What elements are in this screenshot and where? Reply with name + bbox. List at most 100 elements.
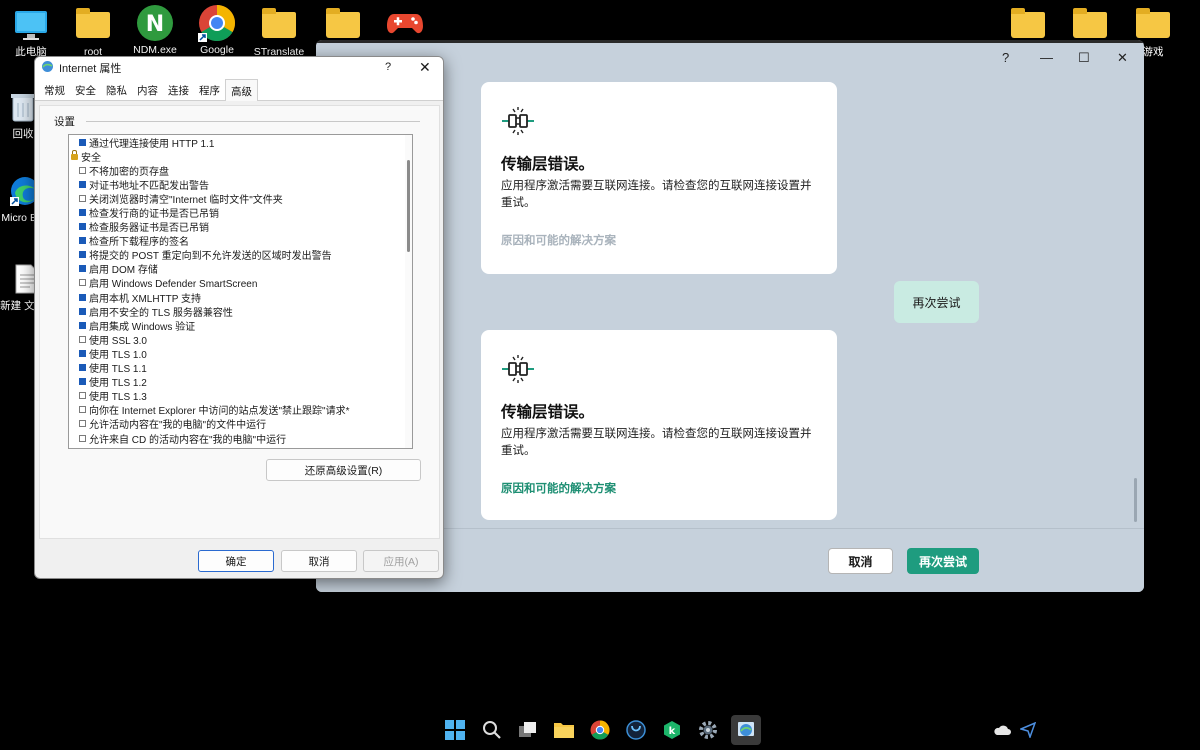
checkbox[interactable] bbox=[79, 349, 86, 357]
checkbox[interactable] bbox=[79, 321, 86, 329]
checkbox[interactable] bbox=[79, 406, 86, 414]
cancel-button[interactable]: 取消 bbox=[281, 550, 357, 572]
settings-category: 安全 bbox=[69, 149, 412, 164]
checkbox[interactable] bbox=[79, 307, 86, 315]
error-message: 应用程序激活需要互联网连接。请检查您的互联网连接设置并重试。 bbox=[501, 428, 812, 457]
settings-option-label: 使用 SSL 3.0 bbox=[89, 335, 147, 347]
settings-option[interactable]: 使用 TLS 1.3 bbox=[69, 389, 412, 403]
settings-option[interactable]: 检查发行商的证书是否已吊销 bbox=[69, 205, 412, 220]
gamepad-icon bbox=[386, 4, 424, 42]
settings-option[interactable]: 启用 Windows Defender SmartScreen bbox=[69, 276, 412, 290]
chrome-icon[interactable] bbox=[588, 718, 612, 742]
windows-start-icon[interactable] bbox=[443, 718, 467, 742]
settings-option[interactable]: 检查服务器证书是否已吊销 bbox=[69, 220, 412, 234]
task-view-icon[interactable] bbox=[516, 718, 540, 742]
settings-option[interactable]: 对证书地址不匹配发出警告 bbox=[69, 177, 412, 192]
settings-option[interactable]: 允许来自 CD 的活动内容在"我的电脑"中运行 bbox=[69, 431, 412, 446]
settings-option[interactable]: 将提交的 POST 重定向到不允许发送的区域时发出警告 bbox=[69, 248, 412, 262]
desktop: 此电脑 回收 Micro Edg 新建 文 档.t root N NDM.exe… bbox=[0, 0, 1200, 750]
settings-option[interactable]: 使用 TLS 1.0 bbox=[69, 346, 412, 361]
causes-solutions-link[interactable]: 原因和可能的解决方案 bbox=[501, 232, 616, 248]
error-title: 传输层错误。 bbox=[501, 404, 595, 421]
checkbox[interactable] bbox=[79, 237, 86, 245]
checkbox[interactable] bbox=[79, 434, 86, 442]
settings-option[interactable]: 允许活动内容在"我的电脑"的文件中运行 bbox=[69, 417, 412, 431]
dialog-titlebar: Internet 属性 ? ✕ bbox=[35, 57, 443, 79]
settings-option-label: 不将加密的页存盘 bbox=[89, 166, 169, 178]
causes-solutions-link[interactable]: 原因和可能的解决方案 bbox=[501, 480, 616, 496]
tab-general[interactable]: 常规 bbox=[39, 79, 70, 100]
checkbox[interactable] bbox=[79, 364, 86, 372]
settings-option-label: 启用不安全的 TLS 服务器兼容性 bbox=[89, 307, 233, 319]
desktop-icon-ndm[interactable]: N NDM.exe bbox=[124, 4, 186, 56]
tab-programs[interactable]: 程序 bbox=[194, 79, 225, 100]
checkbox[interactable] bbox=[79, 392, 86, 400]
checkbox[interactable] bbox=[79, 138, 86, 146]
close-button[interactable]: ✕ bbox=[1117, 50, 1128, 66]
settings-option-label: 使用 TLS 1.3 bbox=[89, 392, 147, 404]
close-button[interactable]: ✕ bbox=[419, 59, 431, 76]
desktop-icon-label: NDM.exe bbox=[133, 44, 177, 56]
chrome-icon bbox=[198, 4, 236, 42]
settings-option-label: 使用 TLS 1.1 bbox=[89, 364, 147, 376]
monitor-icon bbox=[12, 6, 50, 44]
checkbox[interactable] bbox=[79, 209, 86, 217]
kaspersky-icon[interactable]: k bbox=[660, 718, 684, 742]
checkbox[interactable] bbox=[79, 251, 86, 259]
checkbox[interactable] bbox=[79, 279, 86, 287]
checkbox[interactable] bbox=[79, 420, 86, 428]
settings-option[interactable]: 启用 DOM 存储 bbox=[69, 262, 412, 276]
tab-security[interactable]: 安全 bbox=[70, 79, 101, 100]
internet-options-icon[interactable] bbox=[731, 715, 761, 745]
folder-icon bbox=[260, 6, 298, 44]
desktop-icon-game[interactable] bbox=[374, 4, 436, 44]
settings-option[interactable]: 使用 TLS 1.1 bbox=[69, 361, 412, 375]
checkbox[interactable] bbox=[79, 166, 86, 174]
ok-button[interactable]: 确定 bbox=[198, 550, 274, 572]
desktop-icon-google-chrome[interactable]: Google bbox=[186, 4, 248, 56]
checkbox[interactable] bbox=[79, 335, 86, 343]
tab-content[interactable]: 内容 bbox=[132, 79, 163, 100]
checkbox[interactable] bbox=[79, 223, 86, 231]
checkbox[interactable] bbox=[79, 265, 86, 273]
checkbox[interactable] bbox=[79, 378, 86, 386]
onedrive-icon[interactable] bbox=[990, 718, 1014, 742]
maximize-button[interactable]: ☐ bbox=[1078, 50, 1090, 66]
minimize-button[interactable]: — bbox=[1040, 50, 1053, 65]
settings-option[interactable]: 使用 TLS 1.2 bbox=[69, 375, 412, 389]
settings-option[interactable]: 允许运行或安装软件，即使签名无效 bbox=[69, 445, 412, 448]
settings-icon[interactable] bbox=[696, 718, 720, 742]
tab-connections[interactable]: 连接 bbox=[163, 79, 194, 100]
desktop-icon-label: Google bbox=[200, 44, 234, 56]
settings-option[interactable]: 关闭浏览器时清空"Internet 临时文件"文件夹 bbox=[69, 191, 412, 206]
cancel-button[interactable]: 取消 bbox=[828, 548, 893, 574]
settings-option[interactable]: 向你在 Internet Explorer 中访问的站点发送"禁止跟踪"请求* bbox=[69, 403, 412, 417]
tab-advanced[interactable]: 高级 bbox=[225, 79, 258, 101]
help-button[interactable]: ? bbox=[385, 61, 391, 73]
desktop-icon-stranslate[interactable]: STranslate bbox=[248, 6, 310, 58]
app-icon[interactable] bbox=[624, 718, 648, 742]
checkbox[interactable] bbox=[79, 293, 86, 301]
desktop-icon-root[interactable]: root bbox=[62, 6, 124, 58]
scrollbar-thumb[interactable] bbox=[407, 160, 410, 252]
lock-icon bbox=[71, 150, 78, 161]
scrollbar-thumb[interactable] bbox=[1134, 478, 1137, 522]
settings-option[interactable]: 通过代理连接使用 HTTP 1.1 bbox=[69, 135, 412, 150]
checkbox[interactable] bbox=[79, 180, 86, 188]
retry-button[interactable]: 再次尝试 bbox=[907, 548, 979, 574]
settings-option[interactable]: 启用不安全的 TLS 服务器兼容性 bbox=[69, 304, 412, 319]
list-scrollbar[interactable] bbox=[405, 135, 412, 448]
settings-option[interactable]: 不将加密的页存盘 bbox=[69, 163, 412, 178]
settings-option[interactable]: 使用 SSL 3.0 bbox=[69, 332, 412, 347]
settings-option[interactable]: 检查所下载程序的签名 bbox=[69, 234, 412, 248]
send-icon[interactable] bbox=[1016, 718, 1040, 742]
checkbox[interactable] bbox=[79, 194, 86, 202]
restore-advanced-settings-button[interactable]: 还原高级设置(R) bbox=[266, 459, 421, 481]
help-button[interactable]: ? bbox=[1002, 50, 1009, 65]
settings-option[interactable]: 启用本机 XMLHTTP 支持 bbox=[69, 290, 412, 305]
settings-option[interactable]: 启用集成 Windows 验证 bbox=[69, 318, 412, 333]
file-explorer-icon[interactable] bbox=[552, 718, 576, 742]
desktop-icon-this-pc[interactable]: 此电脑 bbox=[0, 6, 62, 58]
tab-privacy[interactable]: 隐私 bbox=[101, 79, 132, 100]
search-icon[interactable] bbox=[480, 718, 504, 742]
